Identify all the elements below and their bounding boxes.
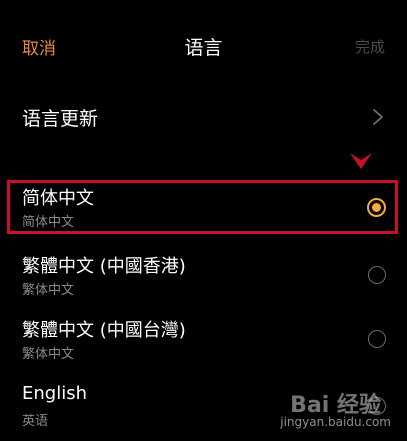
done-button[interactable]: 完成 — [355, 36, 385, 57]
language-option-traditional-chinese-tw[interactable]: 繁體中文 (中國台灣) 繁体中文 — [0, 310, 407, 374]
language-native-name: 英语 — [22, 414, 49, 429]
language-option-english[interactable]: English 英语 — [0, 377, 407, 441]
radio-unselected[interactable] — [368, 266, 386, 284]
chevron-right-icon — [373, 109, 383, 125]
language-native-name: 繁体中文 — [22, 283, 75, 298]
annotation-highlight-box — [7, 180, 398, 234]
top-bar: 取消 语言 完成 — [0, 0, 407, 92]
page-title: 语言 — [184, 37, 223, 59]
language-name: English — [22, 383, 87, 404]
radio-unselected[interactable] — [368, 330, 386, 348]
language-native-name: 繁体中文 — [22, 347, 75, 362]
language-option-traditional-chinese-hk[interactable]: 繁體中文 (中國香港) 繁体中文 — [0, 246, 407, 310]
language-update-row[interactable]: 语言更新 — [0, 92, 407, 142]
annotation-arrow-icon — [350, 153, 372, 169]
language-name: 繁體中文 (中國香港) — [22, 256, 186, 277]
language-update-label: 语言更新 — [22, 108, 99, 130]
radio-unselected[interactable] — [368, 397, 386, 415]
language-name: 繁體中文 (中國台灣) — [22, 320, 186, 341]
